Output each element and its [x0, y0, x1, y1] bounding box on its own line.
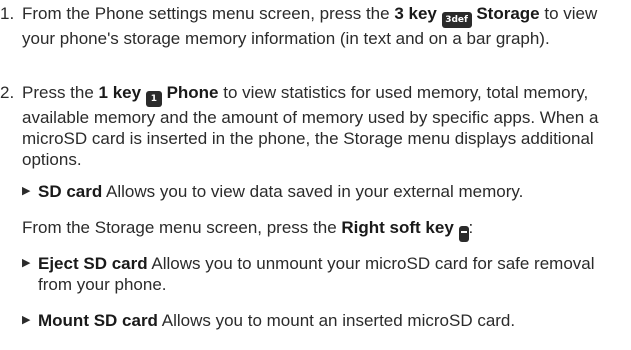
storage-label: Storage: [476, 4, 540, 23]
right-soft-key-icon: [458, 226, 469, 242]
key-label: 1 key: [98, 83, 142, 102]
bullet-eject-sd-card: ▶ Eject SD card Allows you to unmount yo…: [22, 253, 622, 295]
step-1: 1. From the Phone settings menu screen, …: [0, 3, 625, 49]
bullet-sd-card: ▶ SD card Allows you to view data saved …: [22, 181, 622, 202]
bullet-triangle-icon: ▶: [22, 257, 31, 269]
intro-text: From the Storage menu screen, press the: [22, 218, 342, 237]
phone-label: Phone: [166, 83, 219, 102]
intro-colon: :: [468, 218, 474, 237]
bullet-title: Mount SD card: [38, 311, 158, 330]
storage-menu-intro: From the Storage menu screen, press the …: [22, 217, 622, 242]
bullet-title: SD card: [38, 182, 103, 201]
manual-page: 1. From the Phone settings menu screen, …: [0, 0, 631, 350]
step-number: 2.: [0, 83, 15, 102]
key-1-icon: 1: [145, 91, 162, 107]
bullet-desc: Allows you to mount an inserted microSD …: [157, 311, 516, 330]
right-soft-key-label: Right soft key: [341, 218, 454, 237]
step-text: From the Phone settings menu screen, pre…: [22, 4, 395, 23]
bullet-triangle-icon: ▶: [22, 314, 31, 326]
step-number: 1.: [0, 4, 15, 23]
step-2: 2. Press the 1 key 1 Phone to view stati…: [0, 82, 625, 170]
bullet-title: Eject SD card: [38, 254, 148, 273]
step-text: Press the: [22, 83, 99, 102]
bullet-mount-sd-card: ▶ Mount SD card Allows you to mount an i…: [22, 310, 622, 331]
bullet-triangle-icon: ▶: [22, 185, 31, 197]
bullet-desc: Allows you to view data saved in your ex…: [102, 182, 524, 201]
key-3-icon: 3def: [441, 12, 472, 28]
key-label: 3 key: [394, 4, 437, 23]
